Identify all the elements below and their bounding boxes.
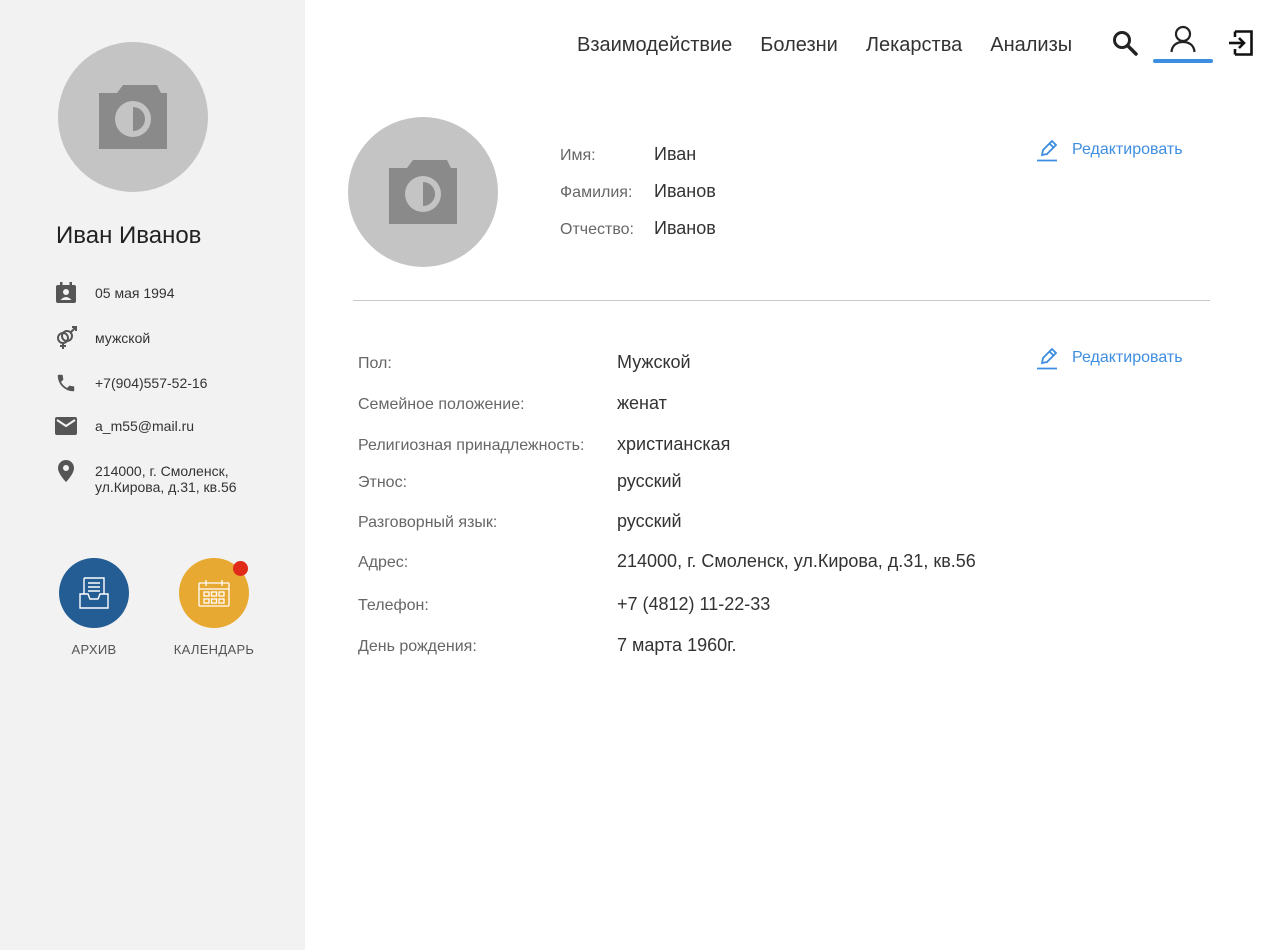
- detail-label: Адрес:: [358, 554, 409, 571]
- calendar-button[interactable]: КАЛЕНДАРЬ: [164, 558, 264, 657]
- calendar-label: КАЛЕНДАРЬ: [173, 642, 255, 657]
- gender-text: мужской: [95, 330, 151, 346]
- detail-value: Мужской: [617, 352, 691, 372]
- edit-name-label: Редактировать: [1072, 141, 1183, 158]
- archive-label: АРХИВ: [71, 642, 117, 657]
- phone-text: +7(904)557-52-16: [95, 375, 208, 391]
- patronymic-value: Иванов: [654, 218, 716, 238]
- first-name-value: Иван: [654, 144, 697, 164]
- archive-circle[interactable]: [59, 558, 129, 628]
- last-name-label: Фамилия:: [560, 184, 633, 201]
- active-tab-underline: [1153, 59, 1213, 63]
- nav-item-diseases[interactable]: Болезни: [760, 34, 838, 57]
- patronymic-label: Отчество:: [560, 221, 634, 238]
- email-item: a_m55@mail.ru: [54, 414, 194, 438]
- sidebar-avatar[interactable]: [58, 42, 208, 192]
- detail-row-ethnicity: Этнос: русский: [358, 471, 1058, 492]
- detail-label: Семейное положение:: [358, 396, 525, 413]
- logout-button[interactable]: [1225, 27, 1255, 59]
- patronymic-row: Отчество: Иванов: [560, 218, 716, 239]
- detail-value: русский: [617, 511, 682, 531]
- calendar-icon: [198, 580, 230, 607]
- mail-icon: [54, 414, 78, 438]
- calendar-person-icon: [54, 281, 78, 305]
- archive-icon: [79, 577, 109, 609]
- detail-value: женат: [617, 393, 667, 413]
- detail-label: Телефон:: [358, 597, 429, 614]
- detail-value: 7 марта 1960г.: [617, 635, 737, 655]
- first-name-row: Имя: Иван: [560, 144, 696, 165]
- detail-value: +7 (4812) 11-22-33: [617, 594, 771, 614]
- detail-row-gender: Пол: Мужской: [358, 352, 1058, 373]
- last-name-row: Фамилия: Иванов: [560, 181, 716, 202]
- detail-label: Разговорный язык:: [358, 514, 498, 531]
- address-item: 214000, г. Смоленск, ул.Кирова, д.31, кв…: [54, 459, 237, 495]
- edit-name-button[interactable]: Редактировать: [1036, 138, 1183, 162]
- top-nav: Взаимодействие Болезни Лекарства Анализы: [577, 30, 1100, 60]
- nav-item-analyses[interactable]: Анализы: [990, 34, 1072, 57]
- profile-avatar[interactable]: [348, 117, 498, 267]
- sidebar-user-name: Иван Иванов: [56, 222, 202, 249]
- logout-icon: [1229, 30, 1253, 56]
- location-pin-icon: [54, 459, 78, 483]
- nav-item-medicines[interactable]: Лекарства: [866, 34, 962, 57]
- camera-icon: [389, 160, 457, 224]
- detail-row-address: Адрес: 214000, г. Смоленск, ул.Кирова, д…: [358, 551, 1058, 572]
- address-text: 214000, г. Смоленск, ул.Кирова, д.31, кв…: [95, 459, 237, 495]
- detail-row-marital: Семейное положение: женат: [358, 393, 1058, 414]
- email-text: a_m55@mail.ru: [95, 418, 195, 434]
- phone-icon: [54, 371, 78, 395]
- detail-row-phone: Телефон: +7 (4812) 11-22-33: [358, 594, 1058, 615]
- phone-item: +7(904)557-52-16: [54, 371, 207, 395]
- profile-tab[interactable]: [1153, 25, 1213, 63]
- archive-button[interactable]: АРХИВ: [44, 558, 144, 657]
- detail-value: христианская: [617, 434, 731, 454]
- last-name-value: Иванов: [654, 181, 716, 201]
- birthdate-item: 05 мая 1994: [54, 281, 175, 305]
- detail-value: русский: [617, 471, 682, 491]
- address-line-2: ул.Кирова, д.31, кв.56: [95, 479, 237, 495]
- section-divider: [353, 300, 1210, 301]
- detail-label: Пол:: [358, 355, 392, 372]
- detail-row-birthday: День рождения: 7 марта 1960г.: [358, 635, 1058, 656]
- detail-label: Этнос:: [358, 474, 408, 491]
- notification-badge: [233, 561, 248, 576]
- edit-details-label: Редактировать: [1072, 349, 1183, 366]
- detail-row-language: Разговорный язык: русский: [358, 511, 1058, 532]
- detail-label: Религиозная принадлежность:: [358, 437, 585, 454]
- detail-row-religion: Религиозная принадлежность: христианская: [358, 434, 1058, 455]
- calendar-circle[interactable]: [179, 558, 249, 628]
- first-name-label: Имя:: [560, 147, 596, 164]
- nav-item-interaction[interactable]: Взаимодействие: [577, 34, 732, 57]
- camera-icon: [99, 85, 167, 149]
- gender-item: мужской: [54, 326, 150, 350]
- sidebar: Иван Иванов 05 мая 1994 мужской +7(904)5…: [0, 0, 305, 950]
- user-icon: [1170, 25, 1196, 53]
- detail-label: День рождения:: [358, 638, 477, 655]
- address-line-1: 214000, г. Смоленск,: [95, 463, 229, 479]
- birthdate-text: 05 мая 1994: [95, 285, 175, 301]
- search-button[interactable]: [1110, 27, 1140, 59]
- search-icon: [1113, 31, 1138, 56]
- gender-icon: [54, 326, 78, 350]
- detail-value: 214000, г. Смоленск, ул.Кирова, д.31, кв…: [617, 551, 976, 571]
- pencil-icon: [1037, 139, 1058, 162]
